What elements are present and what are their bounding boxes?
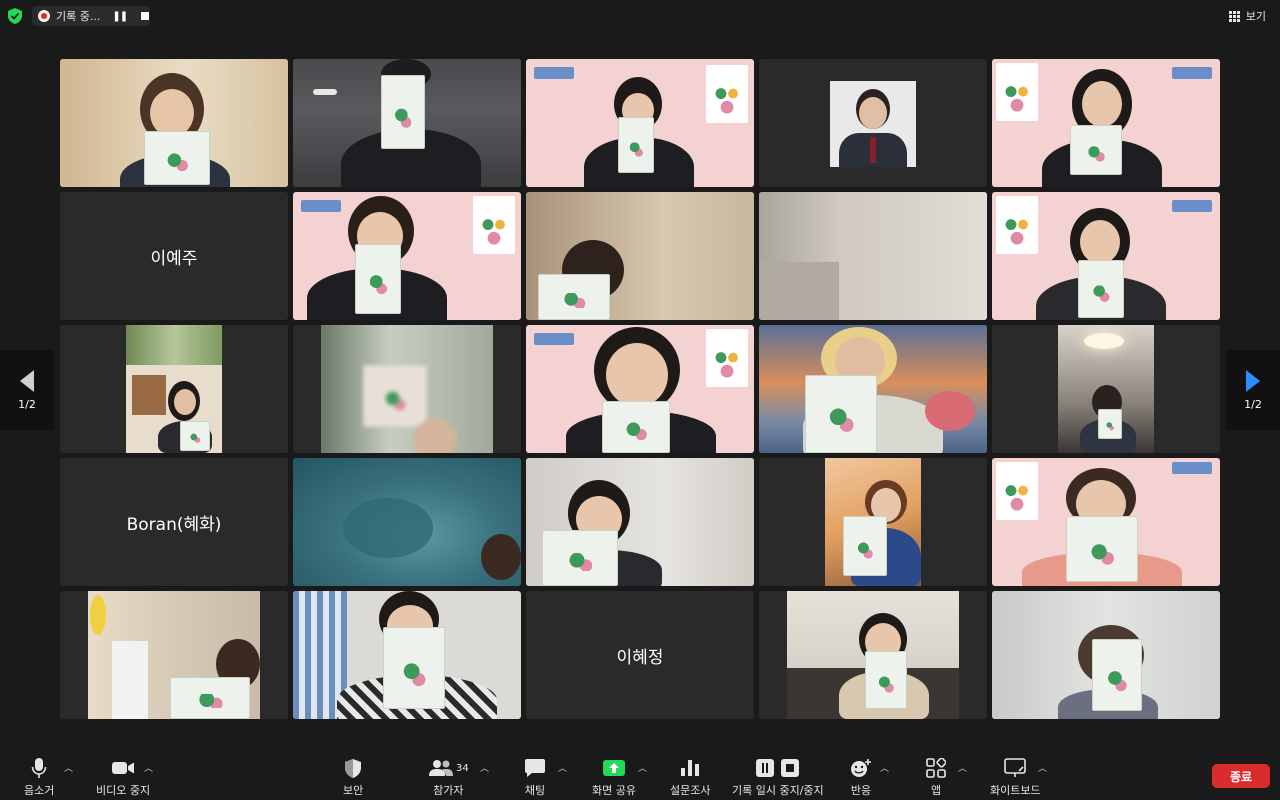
- stop-video-button[interactable]: 비디오 중지: [96, 756, 150, 798]
- participant-tile[interactable]: [293, 458, 521, 586]
- participant-tile[interactable]: [526, 192, 754, 320]
- chevron-up-icon[interactable]: ︿: [958, 761, 967, 774]
- share-screen-label: 화면 공유: [592, 784, 636, 797]
- microphone-icon: [31, 756, 47, 780]
- whiteboard-button[interactable]: 화이트보드: [990, 756, 1041, 798]
- stop-video-label: 비디오 중지: [96, 784, 151, 797]
- participant-tile[interactable]: [992, 458, 1220, 586]
- shield-check-icon[interactable]: [8, 8, 22, 24]
- mute-label: 음소거: [24, 784, 55, 797]
- share-screen-button[interactable]: 화면 공유: [592, 756, 636, 798]
- chevron-up-icon[interactable]: ︿: [1038, 761, 1047, 774]
- participant-tile[interactable]: [293, 591, 521, 719]
- view-button[interactable]: 보기: [1228, 8, 1266, 24]
- share-screen-icon: [602, 756, 626, 780]
- meeting-toolbar: 음소거 ︿ 비디오 중지 ︿ 보안 34 참가자 ︿ 채팅 ︿ 화면 공유 ︿: [0, 752, 1280, 800]
- chevron-up-icon[interactable]: ︿: [144, 761, 153, 774]
- reactions-label: 반응: [850, 784, 872, 797]
- participant-tile[interactable]: [526, 59, 754, 187]
- participant-tile[interactable]: [293, 59, 521, 187]
- grid-view-icon: [1228, 10, 1240, 22]
- apps-button[interactable]: 앱: [926, 756, 946, 798]
- record-button[interactable]: 기록 일시 중지/중지: [732, 756, 824, 798]
- previous-page-button[interactable]: 1/2: [0, 350, 54, 430]
- chat-bubble-icon: [524, 756, 546, 780]
- video-camera-icon: [111, 756, 135, 780]
- participant-tile[interactable]: 이예주: [60, 192, 288, 320]
- participant-tile[interactable]: [759, 325, 987, 453]
- apps-icon: [926, 756, 946, 780]
- participant-tile[interactable]: [60, 591, 288, 719]
- polls-label: 설문조사: [670, 784, 711, 797]
- participant-name: 이혜정: [616, 647, 664, 668]
- end-meeting-button[interactable]: 종료: [1212, 764, 1270, 788]
- smiley-add-icon: [850, 756, 872, 780]
- pause-icon[interactable]: ❚❚: [112, 11, 128, 22]
- participant-tile[interactable]: [992, 591, 1220, 719]
- arrow-right-icon: [1246, 369, 1260, 392]
- video-gallery: 이예주 Boran(혜화) 이혜정: [60, 59, 1220, 721]
- polls-button[interactable]: 설문조사: [670, 756, 710, 798]
- chevron-up-icon[interactable]: ︿: [638, 761, 647, 774]
- participant-tile[interactable]: [60, 59, 288, 187]
- mute-button[interactable]: 음소거: [24, 756, 54, 798]
- participant-tile[interactable]: [293, 325, 521, 453]
- pause-stop-icon: [755, 756, 801, 780]
- recording-label: 기록 중...: [56, 10, 101, 23]
- participant-tile[interactable]: [759, 591, 987, 719]
- record-label: 기록 일시 중지/중지: [732, 784, 824, 797]
- view-label: 보기: [1245, 10, 1266, 23]
- participant-tile[interactable]: [526, 458, 754, 586]
- participant-tile[interactable]: [759, 192, 987, 320]
- participants-count: 34: [456, 762, 469, 774]
- participant-tile[interactable]: [293, 192, 521, 320]
- arrow-left-icon: [20, 369, 34, 392]
- record-dot-icon: [38, 10, 50, 22]
- bar-chart-icon: [680, 756, 700, 780]
- security-label: 보안: [343, 784, 364, 797]
- chat-button[interactable]: 채팅: [524, 756, 546, 798]
- shield-icon: [344, 756, 362, 780]
- top-bar: 기록 중... ❚❚ 보기: [0, 0, 1280, 32]
- participant-tile[interactable]: 이혜정: [526, 591, 754, 719]
- whiteboard-label: 화이트보드: [990, 784, 1041, 797]
- participant-tile[interactable]: [759, 458, 987, 586]
- participant-tile[interactable]: [526, 325, 754, 453]
- participant-tile[interactable]: [992, 325, 1220, 453]
- participant-tile[interactable]: Boran(혜화): [60, 458, 288, 586]
- security-button[interactable]: 보안: [343, 756, 363, 798]
- chevron-up-icon[interactable]: ︿: [64, 761, 73, 774]
- chevron-up-icon[interactable]: ︿: [558, 761, 567, 774]
- participant-tile[interactable]: [992, 192, 1220, 320]
- apps-label: 앱: [930, 784, 942, 797]
- whiteboard-icon: [1004, 756, 1027, 780]
- participant-tile[interactable]: [60, 325, 288, 453]
- recording-indicator[interactable]: 기록 중... ❚❚: [32, 6, 150, 26]
- page-indicator-right: 1/2: [1244, 397, 1262, 411]
- chevron-up-icon[interactable]: ︿: [480, 761, 489, 774]
- page-indicator-left: 1/2: [18, 397, 36, 411]
- participants-icon: [429, 760, 453, 776]
- chat-label: 채팅: [524, 784, 546, 797]
- participants-button[interactable]: 34 참가자: [428, 756, 469, 798]
- next-page-button[interactable]: 1/2: [1226, 350, 1280, 430]
- participant-tile[interactable]: [992, 59, 1220, 187]
- participant-name: 이예주: [150, 248, 198, 269]
- participant-name: Boran(혜화): [126, 514, 222, 535]
- participants-label: 참가자: [433, 784, 464, 797]
- chevron-up-icon[interactable]: ︿: [880, 761, 889, 774]
- participants-icon-wrap: 34: [428, 756, 469, 780]
- stop-icon[interactable]: [141, 12, 150, 20]
- reactions-button[interactable]: 반응: [850, 756, 872, 798]
- participant-tile[interactable]: [759, 59, 987, 187]
